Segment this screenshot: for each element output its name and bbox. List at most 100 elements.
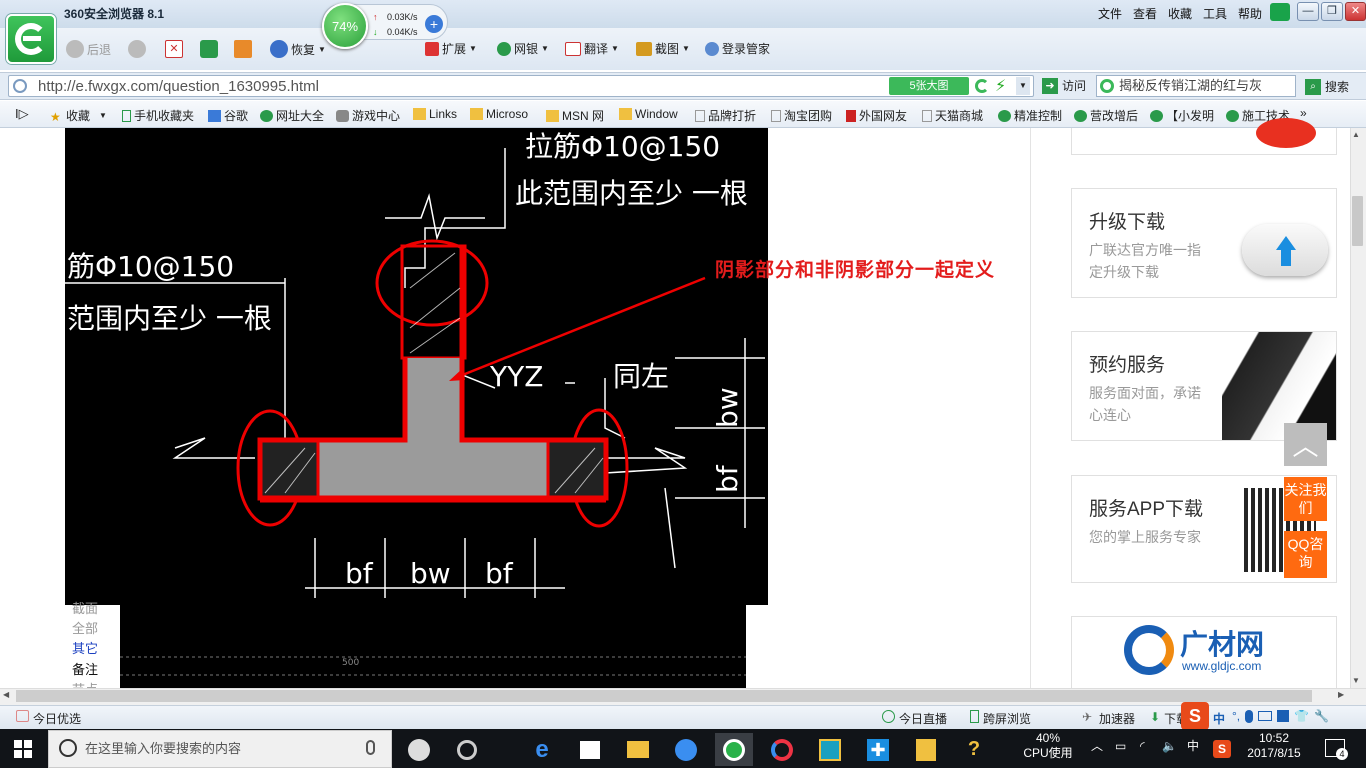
fav-precision[interactable]: 精准控制 — [998, 107, 1062, 124]
today-live[interactable]: 今日直播 — [882, 710, 947, 727]
more-favorites-icon[interactable]: » — [1300, 106, 1307, 120]
extend-icon — [425, 41, 439, 56]
fav-games[interactable]: 游戏中心 — [336, 107, 400, 124]
network-icon[interactable]: ▭ — [1115, 739, 1126, 754]
menu-help[interactable]: 帮助 — [1238, 5, 1262, 22]
fav-msn[interactable]: MSN 网 — [546, 107, 604, 124]
task-app-explorer[interactable] — [619, 733, 657, 766]
task-app-browser[interactable] — [448, 733, 486, 766]
folder-icon — [627, 741, 649, 758]
sogou-ime-icon[interactable]: S — [1181, 702, 1209, 730]
speed-ball[interactable]: 74% — [322, 3, 368, 49]
fav-window[interactable]: Window — [619, 107, 678, 121]
fav-tmall[interactable]: 天猫商城 — [922, 107, 983, 124]
fav-mobile[interactable]: 手机收藏夹 — [122, 107, 194, 124]
qq-consult-button[interactable]: QQ咨询 — [1284, 531, 1327, 578]
translate-button[interactable]: 翻译 ▼ — [565, 40, 619, 57]
sidebar-toggle-icon[interactable]: I▷ — [15, 106, 29, 122]
start-button[interactable] — [14, 740, 32, 758]
left-link-1[interactable]: 全部 — [72, 618, 98, 637]
scroll-down-icon[interactable]: ▼ — [1352, 676, 1360, 685]
fav-vat[interactable]: 营改增后 — [1074, 107, 1138, 124]
url-dropdown-icon[interactable]: ▼ — [1016, 77, 1030, 95]
scroll-right-icon[interactable]: ▶ — [1338, 690, 1344, 699]
menu-view[interactable]: 查看 — [1133, 5, 1157, 22]
fav-brand[interactable]: 品牌打折 — [695, 107, 756, 124]
cpu-usage[interactable]: 40% CPU使用 — [1020, 731, 1076, 761]
task-app-circle[interactable] — [763, 733, 801, 766]
menu-file[interactable]: 文件 — [1098, 5, 1122, 22]
screenshot-button[interactable]: 截图 ▼ — [636, 40, 690, 57]
restore-tabs-button[interactable]: 恢复 ▼ — [270, 40, 326, 58]
card-top-partial[interactable] — [1071, 118, 1337, 155]
wifi-icon[interactable]: ◜ — [1140, 739, 1145, 754]
task-app-help[interactable]: ? — [955, 733, 993, 766]
minimize-button[interactable]: — — [1297, 2, 1319, 21]
left-link-3[interactable]: 备注 — [72, 659, 98, 678]
follow-us-button[interactable]: 关注我们 — [1284, 477, 1327, 521]
fav-collect[interactable]: ★ 收藏 ▼ — [50, 107, 107, 124]
horizontal-scroll-thumb[interactable] — [16, 690, 1312, 702]
refresh-button[interactable] — [200, 40, 218, 58]
tray-expand-icon[interactable]: ︿ — [1091, 739, 1103, 754]
close-button[interactable]: ✕ — [1345, 2, 1366, 21]
back-button[interactable]: 后退 — [66, 40, 111, 58]
microphone-icon[interactable] — [366, 740, 375, 755]
image-count-button[interactable]: 5张大图 — [889, 77, 969, 95]
today-picks[interactable]: 今日优选 — [16, 710, 81, 727]
ime-toolbar[interactable]: °, 👕 🔧 — [1232, 708, 1362, 724]
vertical-scroll-thumb[interactable] — [1352, 196, 1363, 246]
scroll-up-icon[interactable]: ▲ — [1352, 130, 1360, 139]
globe-icon — [260, 109, 273, 122]
ime-mode[interactable]: 中 — [1213, 710, 1225, 727]
scroll-left-icon[interactable]: ◀ — [3, 690, 9, 699]
task-app-cad[interactable] — [811, 733, 849, 766]
task-app-plus[interactable]: ✚ — [859, 733, 897, 766]
task-app-edge[interactable]: e — [523, 733, 561, 766]
task-app-glodon[interactable] — [667, 733, 705, 766]
clock[interactable]: 10:52 2017/8/15 — [1240, 731, 1308, 761]
menu-tools[interactable]: 工具 — [1203, 5, 1227, 22]
left-link-2[interactable]: 其它 — [72, 638, 98, 657]
cross-screen[interactable]: 跨屏浏览 — [970, 710, 1031, 727]
visit-button[interactable]: ➜ 访问 — [1042, 77, 1086, 94]
gamepad-icon — [336, 109, 349, 122]
card-upgrade[interactable]: 升级下载 广联达官方唯一指定升级下载 — [1071, 188, 1337, 298]
volume-icon[interactable]: 🔈 — [1162, 739, 1177, 754]
taskbar-search[interactable]: 在这里输入你要搜索的内容 — [48, 730, 392, 768]
search-input[interactable]: 揭秘反传销江湖的红与灰 — [1096, 75, 1296, 97]
task-app-pinwheel[interactable] — [400, 733, 438, 766]
forward-button[interactable] — [128, 40, 146, 58]
stop-button[interactable]: ✕ — [165, 40, 183, 58]
fav-sites[interactable]: 网址大全 — [260, 107, 324, 124]
fav-taobao[interactable]: 淘宝团购 — [771, 107, 832, 124]
lightning-icon[interactable]: ⚡ — [995, 76, 1006, 96]
accelerator[interactable]: ✈ 加速器 — [1082, 710, 1135, 727]
card-gldjc[interactable]: 广材网 www.gldjc.com — [1071, 616, 1337, 688]
task-app-360[interactable] — [715, 733, 753, 766]
phone-icon — [122, 109, 131, 122]
fav-foreign[interactable]: 外国网友 — [846, 107, 907, 124]
url-text[interactable]: http://e.fwxgx.com/question_1630995.html — [38, 78, 319, 95]
fav-google[interactable]: 谷歌 — [208, 107, 248, 124]
browser-logo-icon[interactable] — [6, 14, 56, 64]
add-icon[interactable]: + — [425, 15, 443, 33]
fav-links[interactable]: Links — [413, 107, 457, 121]
search-button[interactable]: ⌕ 搜索 — [1305, 78, 1349, 95]
sogou-tray-icon[interactable]: S — [1213, 740, 1231, 758]
task-app-store[interactable] — [571, 733, 609, 766]
extend-button[interactable]: 扩展 ▼ — [425, 40, 477, 57]
login-manager-button[interactable]: 登录管家 — [705, 40, 770, 57]
back-to-top-button[interactable]: ︿ — [1284, 423, 1327, 466]
shirt-icon[interactable] — [1270, 3, 1290, 21]
task-app-notes[interactable] — [907, 733, 945, 766]
fav-invention[interactable]: 【小发明 — [1150, 107, 1214, 124]
home-button[interactable] — [234, 40, 252, 58]
left-link-0[interactable]: 截面 — [72, 598, 98, 617]
search-engine-icon[interactable] — [1100, 79, 1114, 93]
netbank-button[interactable]: 网银 ▼ — [497, 40, 549, 57]
restore-button[interactable]: ❐ — [1321, 2, 1343, 21]
menu-favorites[interactable]: 收藏 — [1168, 5, 1192, 22]
fav-microso[interactable]: Microso — [470, 107, 528, 121]
language-indicator[interactable]: 中 — [1187, 739, 1199, 754]
